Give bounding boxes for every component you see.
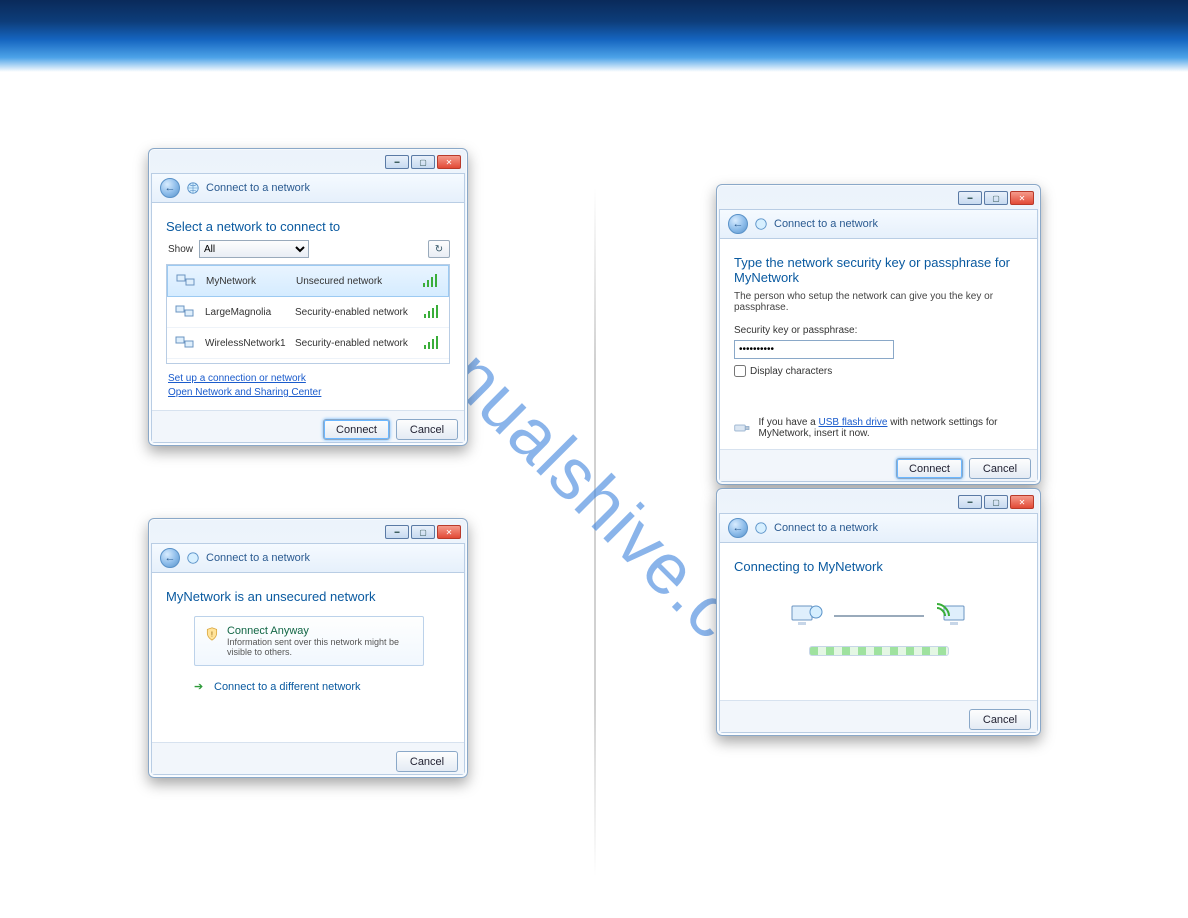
shield-warning-icon: ! <box>205 625 219 643</box>
signal-strength-icon <box>423 305 441 319</box>
connect-button[interactable]: Connect <box>323 419 390 440</box>
computer-pair-icon <box>175 303 195 321</box>
dialog-title: Connect to a network <box>206 182 310 194</box>
heading: Connecting to MyNetwork <box>734 559 1023 574</box>
dialog-title: Connect to a network <box>774 522 878 534</box>
network-globe-icon <box>754 217 768 231</box>
titlebar[interactable]: ━ ▢ ✕ <box>151 151 465 173</box>
connect-different-label: Connect to a different network <box>214 681 361 693</box>
cancel-button[interactable]: Cancel <box>396 751 458 772</box>
network-globe-icon <box>186 551 200 565</box>
computer-left-icon <box>790 602 824 630</box>
usb-drive-icon <box>734 421 750 435</box>
display-chars-checkbox[interactable]: Display characters <box>734 365 1023 377</box>
titlebar[interactable]: ━ ▢ ✕ <box>719 187 1038 209</box>
refresh-button[interactable]: ↻ <box>428 240 450 258</box>
maximize-button[interactable]: ▢ <box>984 191 1008 205</box>
network-list[interactable]: MyNetwork Unsecured network LargeMagnoli… <box>166 264 450 364</box>
usb-text-pre: If you have a <box>758 417 815 428</box>
dialog-header: ← Connect to a network <box>151 543 465 572</box>
usb-flash-drive-link[interactable]: USB flash drive <box>819 417 888 428</box>
dialog-header: ← Connect to a network <box>719 513 1038 542</box>
svg-text:!: ! <box>211 629 213 638</box>
cancel-button[interactable]: Cancel <box>969 458 1031 479</box>
dialog-enter-key: ━ ▢ ✕ ← Connect to a network Type the ne… <box>716 184 1041 485</box>
minimize-button[interactable]: ━ <box>385 525 409 539</box>
dialog-header: ← Connect to a network <box>151 173 465 202</box>
close-button[interactable]: ✕ <box>1010 495 1034 509</box>
dialog-title: Connect to a network <box>774 218 878 230</box>
top-banner <box>0 0 1188 72</box>
network-row[interactable]: LargeMagnolia Security-enabled network <box>167 297 449 328</box>
network-globe-icon <box>754 521 768 535</box>
dialog-title: Connect to a network <box>206 552 310 564</box>
minimize-button[interactable]: ━ <box>385 155 409 169</box>
connecting-illustration <box>734 602 1023 630</box>
maximize-button[interactable]: ▢ <box>411 525 435 539</box>
network-row[interactable]: MyNetwork Unsecured network <box>167 265 449 297</box>
display-chars-box[interactable] <box>734 365 746 377</box>
arrow-right-icon: ➔ <box>194 680 208 694</box>
show-label: Show <box>168 244 193 255</box>
network-row[interactable]: WirelessNetwork1 Security-enabled networ… <box>167 328 449 359</box>
display-chars-label: Display characters <box>750 366 832 377</box>
network-name: MyNetwork <box>206 276 286 287</box>
dialog-connecting: ━ ▢ ✕ ← Connect to a network Connecting … <box>716 488 1041 736</box>
back-icon[interactable]: ← <box>728 518 748 538</box>
show-select[interactable]: All <box>199 240 309 258</box>
connect-anyway-title: Connect Anyway <box>227 625 413 637</box>
minimize-button[interactable]: ━ <box>958 191 982 205</box>
connect-anyway-desc: Information sent over this network might… <box>227 637 413 657</box>
connect-button[interactable]: Connect <box>896 458 963 479</box>
computer-pair-icon <box>176 272 196 290</box>
maximize-button[interactable]: ▢ <box>411 155 435 169</box>
dialog-header: ← Connect to a network <box>719 209 1038 238</box>
network-type: Security-enabled network <box>295 338 413 349</box>
network-globe-icon <box>186 181 200 195</box>
close-button[interactable]: ✕ <box>437 525 461 539</box>
dialog-select-network: ━ ▢ ✕ ← Connect to a network Select a ne… <box>148 148 468 446</box>
connect-different-option[interactable]: ➔ Connect to a different network <box>194 680 450 694</box>
cancel-button[interactable]: Cancel <box>969 709 1031 730</box>
open-sharing-center-link[interactable]: Open Network and Sharing Center <box>168 386 450 400</box>
heading: MyNetwork is an unsecured network <box>166 589 450 604</box>
network-name: WirelessNetwork1 <box>205 338 285 349</box>
signal-strength-icon <box>423 336 441 350</box>
cancel-button[interactable]: Cancel <box>396 419 458 440</box>
key-label: Security key or passphrase: <box>734 325 1023 336</box>
heading: Select a network to connect to <box>166 219 450 234</box>
setup-connection-link[interactable]: Set up a connection or network <box>168 372 450 386</box>
subtext: The person who setup the network can giv… <box>734 291 1023 313</box>
back-icon[interactable]: ← <box>160 178 180 198</box>
network-name: LargeMagnolia <box>205 307 285 318</box>
page-divider <box>594 187 596 877</box>
security-key-input[interactable] <box>734 340 894 359</box>
back-icon[interactable]: ← <box>728 214 748 234</box>
progress-bar <box>809 646 949 656</box>
computer-right-icon <box>934 602 968 630</box>
back-icon[interactable]: ← <box>160 548 180 568</box>
close-button[interactable]: ✕ <box>1010 191 1034 205</box>
connect-anyway-option[interactable]: ! Connect Anyway Information sent over t… <box>194 616 424 666</box>
network-type: Unsecured network <box>296 276 412 287</box>
network-type: Security-enabled network <box>295 307 413 318</box>
minimize-button[interactable]: ━ <box>958 495 982 509</box>
titlebar[interactable]: ━ ▢ ✕ <box>151 521 465 543</box>
computer-pair-icon <box>175 334 195 352</box>
dialog-unsecured-warning: ━ ▢ ✕ ← Connect to a network MyNetwork i… <box>148 518 468 778</box>
maximize-button[interactable]: ▢ <box>984 495 1008 509</box>
close-button[interactable]: ✕ <box>437 155 461 169</box>
titlebar[interactable]: ━ ▢ ✕ <box>719 491 1038 513</box>
signal-strength-icon <box>422 274 440 288</box>
heading: Type the network security key or passphr… <box>734 255 1023 285</box>
